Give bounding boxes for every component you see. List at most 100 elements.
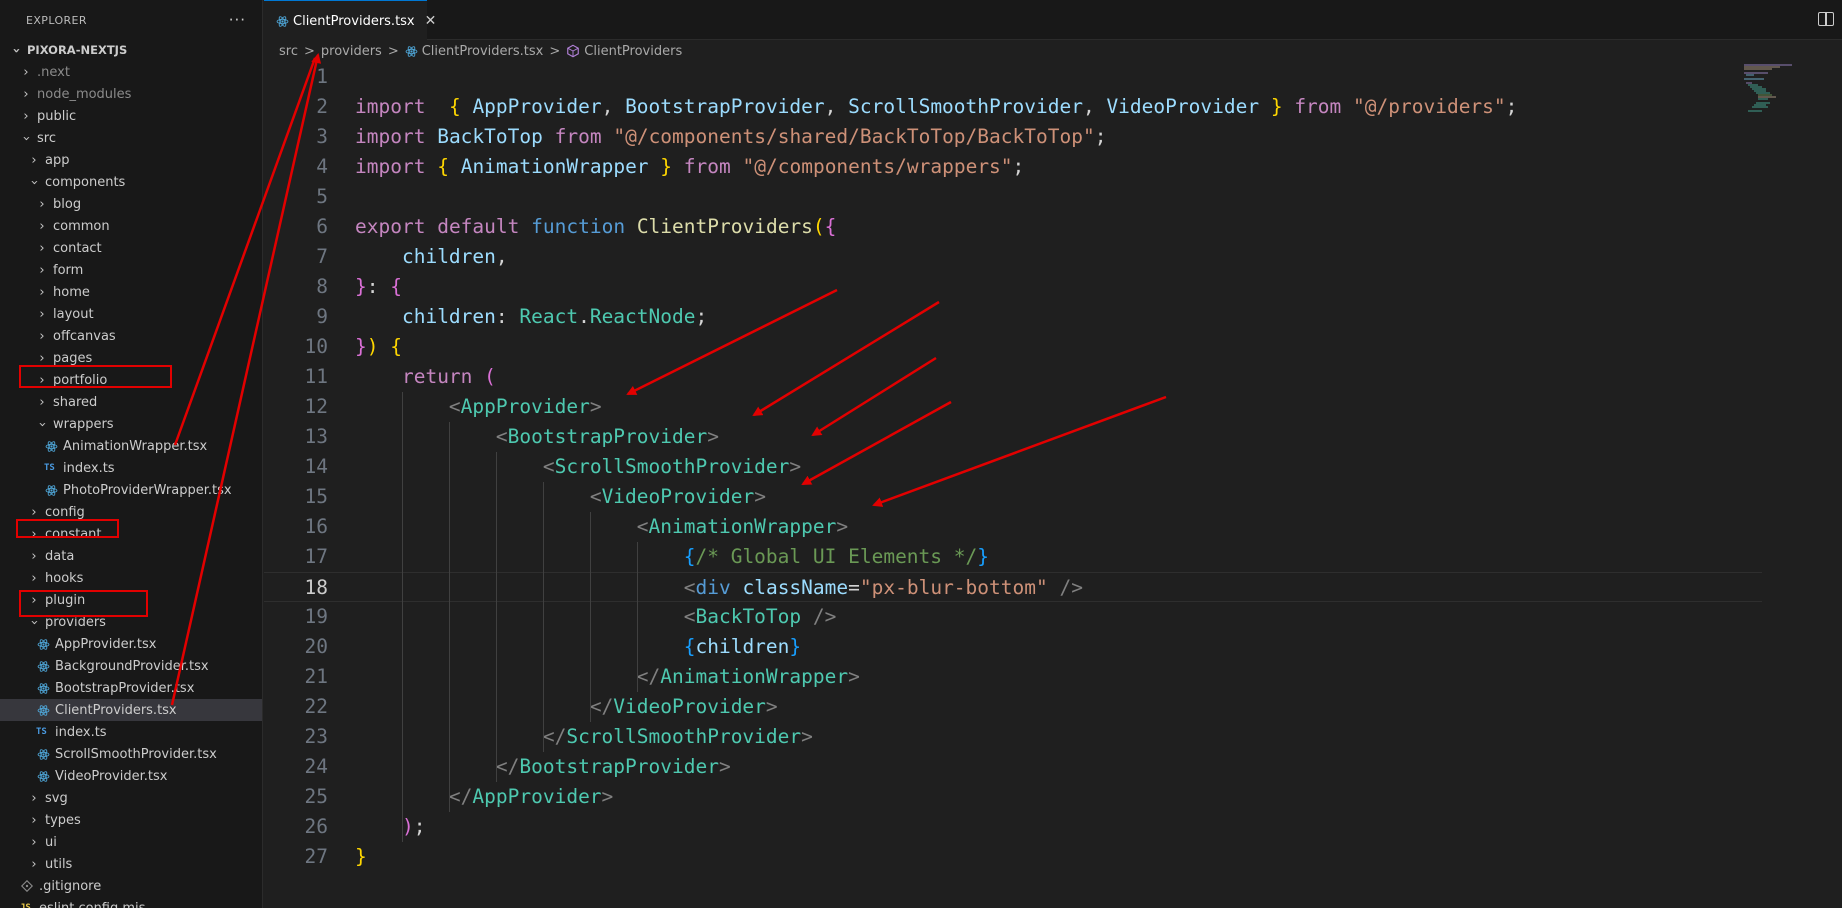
line-number: 3 — [316, 125, 328, 148]
file-animationwrapper-tsx[interactable]: AnimationWrapper.tsx — [0, 435, 262, 457]
folder-src[interactable]: › src — [0, 127, 262, 149]
code-line[interactable]: 22 </VideoProvider> — [264, 692, 1762, 722]
indent-guide — [589, 512, 591, 722]
breadcrumb-file[interactable]: ClientProviders.tsx — [422, 44, 544, 59]
file-appprovider-tsx[interactable]: AppProvider.tsx — [0, 633, 262, 655]
folder-ui[interactable]: › ui — [0, 831, 262, 853]
line-number: 20 — [304, 635, 328, 658]
tree-item-label: PhotoProviderWrapper.tsx — [63, 482, 232, 498]
folder-plugin[interactable]: › plugin — [0, 589, 262, 611]
folder-contact[interactable]: › contact — [0, 237, 262, 259]
file-eslint-config-mjs[interactable]: JS eslint.config.mjs — [0, 897, 262, 908]
folder-offcanvas[interactable]: › offcanvas — [0, 325, 262, 347]
file--gitignore[interactable]: .gitignore — [0, 875, 262, 897]
file-bootstrapprovider-tsx[interactable]: BootstrapProvider.tsx — [0, 677, 262, 699]
line-number: 16 — [304, 515, 328, 538]
folder-app[interactable]: › app — [0, 149, 262, 171]
tab-client-providers[interactable]: ClientProviders.tsx ✕ — [264, 0, 436, 41]
breadcrumb-separator: > — [549, 43, 561, 59]
folder-config[interactable]: › config — [0, 501, 262, 523]
line-number: 4 — [316, 155, 328, 178]
code-text: } — [355, 845, 367, 868]
chevron-right-icon: › — [39, 196, 45, 212]
close-icon[interactable]: ✕ — [425, 13, 437, 29]
line-number: 19 — [304, 605, 328, 628]
folder-public[interactable]: › public — [0, 105, 262, 127]
line-number: 17 — [304, 545, 328, 568]
code-line[interactable]: 1 — [264, 62, 1762, 92]
code-line[interactable]: 15 <VideoProvider> — [264, 482, 1762, 512]
folder-pages[interactable]: › pages — [0, 347, 262, 369]
code-text: <ScrollSmoothProvider> — [542, 455, 802, 478]
folder-constant[interactable]: › constant — [0, 523, 262, 545]
folder-hooks[interactable]: › hooks — [0, 567, 262, 589]
code-line[interactable]: 19 <BackToTop /> — [264, 602, 1762, 632]
folder-data[interactable]: › data — [0, 545, 262, 567]
code-line[interactable]: 2 import { AppProvider, BootstrapProvider… — [264, 92, 1762, 122]
folder-components[interactable]: › components — [0, 171, 262, 193]
code-line[interactable]: 21 </AnimationWrapper> — [264, 662, 1762, 692]
folder-common[interactable]: › common — [0, 215, 262, 237]
code-line[interactable]: 24 </BootstrapProvider> — [264, 752, 1762, 782]
folder-utils[interactable]: › utils — [0, 853, 262, 875]
folder-wrappers[interactable]: › wrappers — [0, 413, 262, 435]
code-line[interactable]: 26 ); — [264, 812, 1762, 842]
code-line[interactable]: 3 import BackToTop from "@/components/sha… — [264, 122, 1762, 152]
folder-svg[interactable]: › svg — [0, 787, 262, 809]
code-line[interactable]: 11 return ( — [264, 362, 1762, 392]
tree-item-label: blog — [53, 196, 82, 212]
code-line[interactable]: 9 children: React.ReactNode; — [264, 302, 1762, 332]
tree-item-label: ClientProviders.tsx — [55, 702, 177, 718]
code-line[interactable]: 10}) { — [264, 332, 1762, 362]
code-line[interactable]: 17 {/* Global UI Elements */} — [264, 542, 1762, 572]
code-editor[interactable]: 1 2 import { AppProvider, BootstrapProvide… — [264, 62, 1842, 908]
minimap[interactable] — [1742, 62, 1802, 122]
tree-item-label: svg — [45, 790, 68, 806]
file-videoprovider-tsx[interactable]: VideoProvider.tsx — [0, 765, 262, 787]
code-line[interactable]: 27} — [264, 842, 1762, 872]
code-line[interactable]: 20 {children} — [264, 632, 1762, 662]
tree-item-label: index.ts — [63, 460, 115, 476]
folder-providers[interactable]: › providers — [0, 611, 262, 633]
folder-node-modules[interactable]: › node_modules — [0, 83, 262, 105]
code-text: <VideoProvider> — [589, 485, 766, 508]
code-line[interactable]: 23 </ScrollSmoothProvider> — [264, 722, 1762, 752]
code-line[interactable]: 7 children, — [264, 242, 1762, 272]
code-line[interactable]: 18 <div className="px-blur-bottom" /> — [264, 572, 1762, 602]
folder-portfolio[interactable]: › portfolio — [0, 369, 262, 391]
project-root-folder[interactable]: › PIXORA-NEXTJS — [0, 39, 262, 61]
file-clientproviders-tsx[interactable]: ClientProviders.tsx — [0, 699, 262, 721]
folder-home[interactable]: › home — [0, 281, 262, 303]
breadcrumb-src[interactable]: src — [279, 44, 298, 59]
folder-layout[interactable]: › layout — [0, 303, 262, 325]
folder--next[interactable]: › .next — [0, 61, 262, 83]
chevron-down-icon: › — [26, 619, 42, 625]
tree-item-label: .gitignore — [39, 878, 102, 894]
code-line[interactable]: 25 </AppProvider> — [264, 782, 1762, 812]
file-index-ts[interactable]: TS index.ts — [0, 721, 262, 743]
chevron-right-icon: › — [39, 328, 45, 344]
line-number: 27 — [304, 845, 328, 868]
file-backgroundprovider-tsx[interactable]: BackgroundProvider.tsx — [0, 655, 262, 677]
split-editor-icon[interactable] — [1818, 12, 1834, 26]
code-line[interactable]: 5 — [264, 182, 1762, 212]
code-line[interactable]: 8}: { — [264, 272, 1762, 302]
file-index-ts[interactable]: TS index.ts — [0, 457, 262, 479]
code-line[interactable]: 6 export default function ClientProviders… — [264, 212, 1762, 242]
code-line[interactable]: 16 <AnimationWrapper> — [264, 512, 1762, 542]
folder-form[interactable]: › form — [0, 259, 262, 281]
folder-shared[interactable]: › shared — [0, 391, 262, 413]
breadcrumb-providers[interactable]: providers — [321, 44, 382, 59]
code-line[interactable]: 12 <AppProvider> — [264, 392, 1762, 422]
code-line[interactable]: 14 <ScrollSmoothProvider> — [264, 452, 1762, 482]
breadcrumb-symbol[interactable]: ClientProviders — [584, 44, 682, 59]
more-actions-icon[interactable]: ··· — [229, 11, 246, 29]
folder-types[interactable]: › types — [0, 809, 262, 831]
code-line[interactable]: 13 <BootstrapProvider> — [264, 422, 1762, 452]
file-photoproviderwrapper-tsx[interactable]: PhotoProviderWrapper.tsx — [0, 479, 262, 501]
file-scrollsmoothprovider-tsx[interactable]: ScrollSmoothProvider.tsx — [0, 743, 262, 765]
code-line[interactable]: 4 import { AnimationWrapper } from "@/com… — [264, 152, 1762, 182]
code-text: </BootstrapProvider> — [495, 755, 731, 778]
tree-item-label: BackgroundProvider.tsx — [55, 658, 209, 674]
folder-blog[interactable]: › blog — [0, 193, 262, 215]
